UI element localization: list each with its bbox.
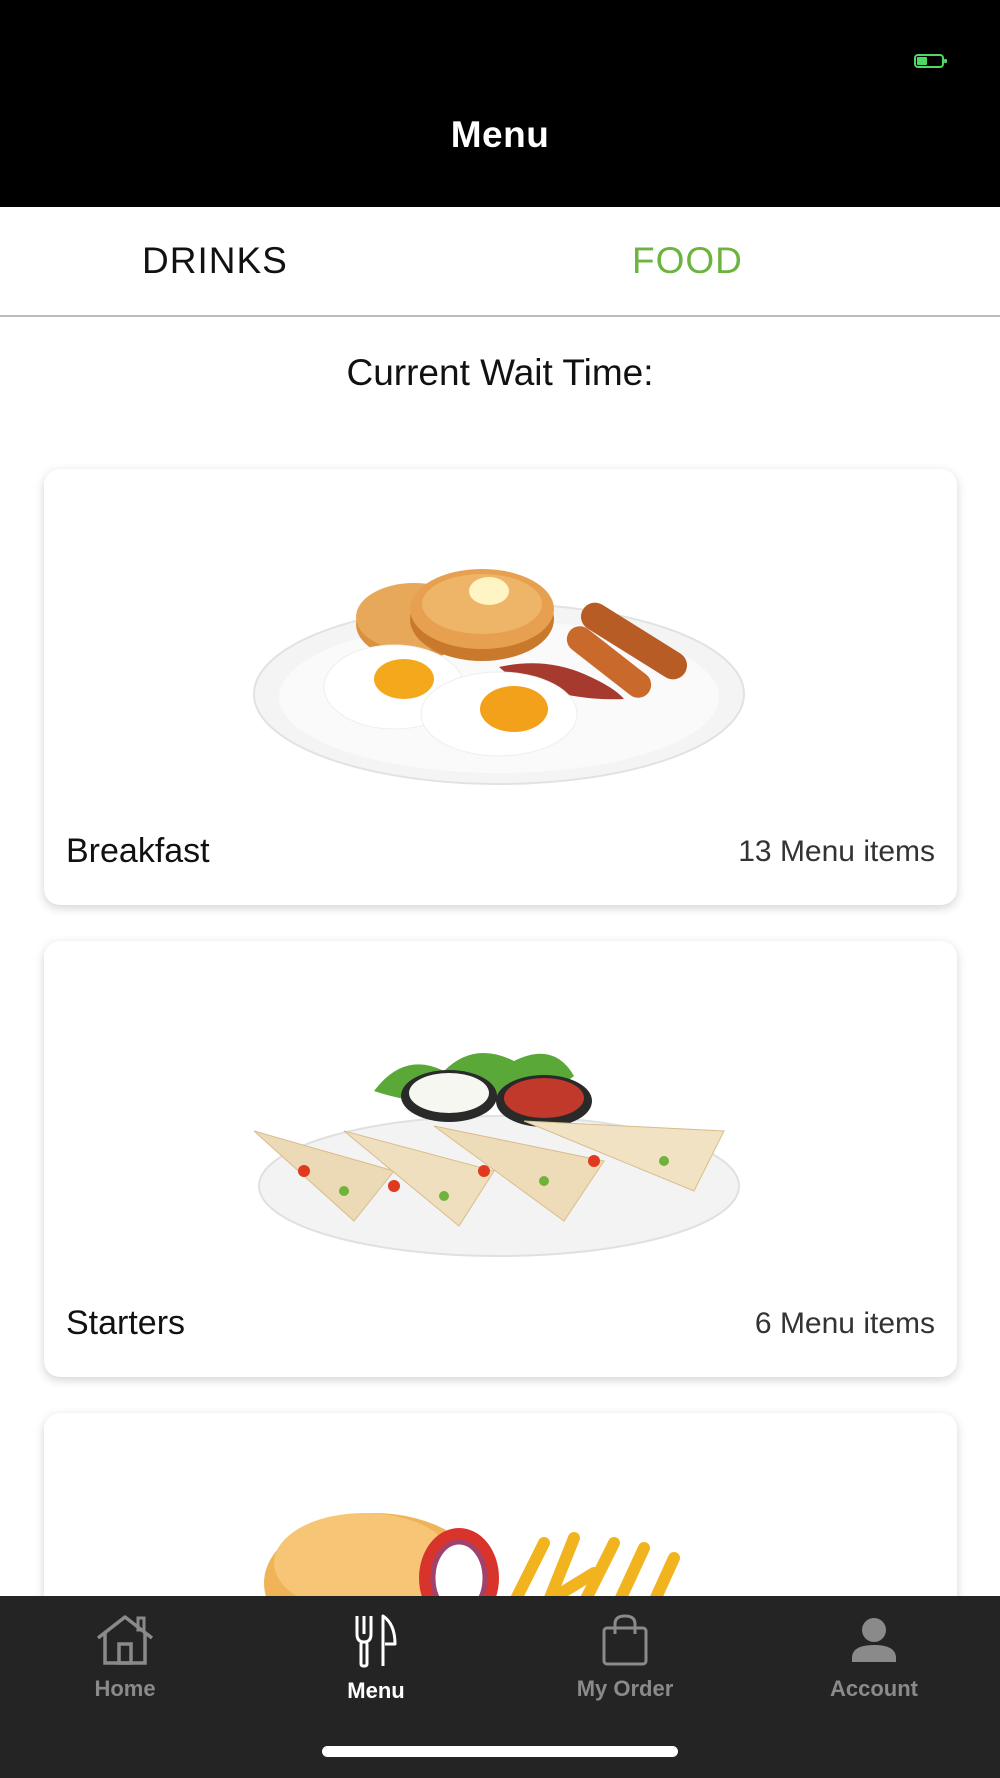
fork-knife-icon	[355, 1614, 397, 1668]
menu-tabs: DRINKS FOOD	[0, 207, 1000, 317]
category-item-count: 13 Menu items	[738, 835, 935, 868]
tab-label: My Order	[576, 1676, 674, 1701]
category-name: Starters	[66, 1304, 186, 1342]
quesadilla-plate-image	[253, 1053, 740, 1257]
nav-header: Menu	[0, 95, 1000, 207]
tab-account[interactable]: Account	[774, 1614, 974, 1702]
category-card-starters[interactable]: Starters 6 Menu items	[44, 941, 957, 1377]
wait-time-label: Current Wait Time:	[346, 352, 654, 393]
tab-home[interactable]: Home	[25, 1614, 225, 1702]
breakfast-plate-image	[253, 569, 745, 785]
page-title: Menu	[450, 114, 550, 155]
tab-drinks[interactable]: DRINKS	[142, 240, 288, 282]
category-name: Breakfast	[66, 832, 210, 870]
status-bar	[0, 0, 1000, 95]
home-icon	[96, 1615, 154, 1665]
tab-menu[interactable]: Menu	[276, 1614, 476, 1704]
tab-label: Account	[830, 1676, 918, 1701]
category-item-count: 6 Menu items	[754, 1307, 935, 1340]
category-card-breakfast[interactable]: Breakfast 13 Menu items	[44, 469, 957, 905]
tab-my-order[interactable]: My Order	[525, 1614, 725, 1702]
tab-food[interactable]: FOOD	[632, 240, 743, 282]
tab-label: Home	[94, 1676, 156, 1701]
shopping-bag-icon	[602, 1614, 648, 1666]
bottom-tab-bar: Home Menu My Order Account	[0, 1596, 1000, 1778]
home-indicator	[322, 1746, 678, 1757]
tab-label: Menu	[347, 1678, 405, 1703]
person-icon	[852, 1618, 896, 1662]
battery-charging-icon	[914, 54, 947, 68]
